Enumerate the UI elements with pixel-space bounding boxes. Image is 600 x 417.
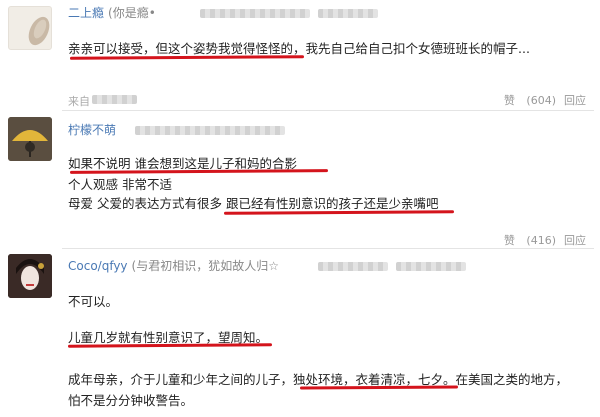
avatar[interactable] [8, 254, 52, 298]
avatar-image [8, 254, 52, 298]
comment-text: 不可以。 [68, 294, 119, 309]
comment-text: 个人观感 非常不适 [68, 177, 172, 192]
highlight-underline [223, 210, 455, 215]
user-note: (你是瘾• [108, 6, 156, 20]
comment-text: 母爱 父爱的表达方式有很多 跟已经有性别意识的孩子还是少亲嘴吧 [68, 196, 439, 211]
avatar[interactable] [8, 117, 52, 161]
username[interactable]: Coco/qfyy (与君初相识，犹如故人归☆ [68, 257, 279, 274]
blurred-text [135, 126, 285, 135]
reply-button[interactable]: 回应 [564, 94, 586, 107]
blurred-text [318, 262, 388, 271]
comment-text: 怕不是分分钟收警告。 [68, 393, 194, 408]
divider [62, 110, 594, 111]
source-label: 来自 [68, 95, 90, 108]
highlight-underline [67, 343, 273, 348]
blurred-text [200, 9, 310, 18]
blurred-text [318, 9, 378, 18]
blurred-text [396, 262, 466, 271]
comment-actions: 赞 (604) 回应 [488, 92, 586, 108]
highlight-underline [299, 385, 459, 390]
comment-text: 成年母亲，介于儿童和少年之间的儿子，独处环境，衣着清凉，七夕。在美国之类的地方， [68, 372, 569, 387]
umbrella-icon [8, 117, 52, 161]
comment-text: 亲亲可以接受，但这个姿势我觉得怪怪的，我先自己给自己扣个女德班班长的帽子... [68, 41, 530, 56]
comment-actions: 赞 (416) 回应 [488, 232, 586, 248]
highlight-underline [69, 55, 305, 60]
like-button[interactable]: 赞 (416) [496, 234, 556, 247]
user-note: (与君初相识，犹如故人归☆ [131, 259, 279, 273]
avatar-image [28, 16, 50, 46]
blurred-text [92, 95, 137, 104]
like-button[interactable]: 赞 (604) [496, 94, 556, 107]
username[interactable]: 柠檬不萌 [68, 121, 116, 138]
comment-1: ⼆上瘾 (你是瘾• 亲亲可以接受，但这个姿势我觉得怪怪的，我先自己给自己扣个女德班… [0, 0, 600, 111]
divider [62, 248, 594, 249]
reply-button[interactable]: 回应 [564, 234, 586, 247]
username[interactable]: ⼆上瘾 (你是瘾• [68, 4, 156, 21]
avatar[interactable] [8, 6, 52, 50]
